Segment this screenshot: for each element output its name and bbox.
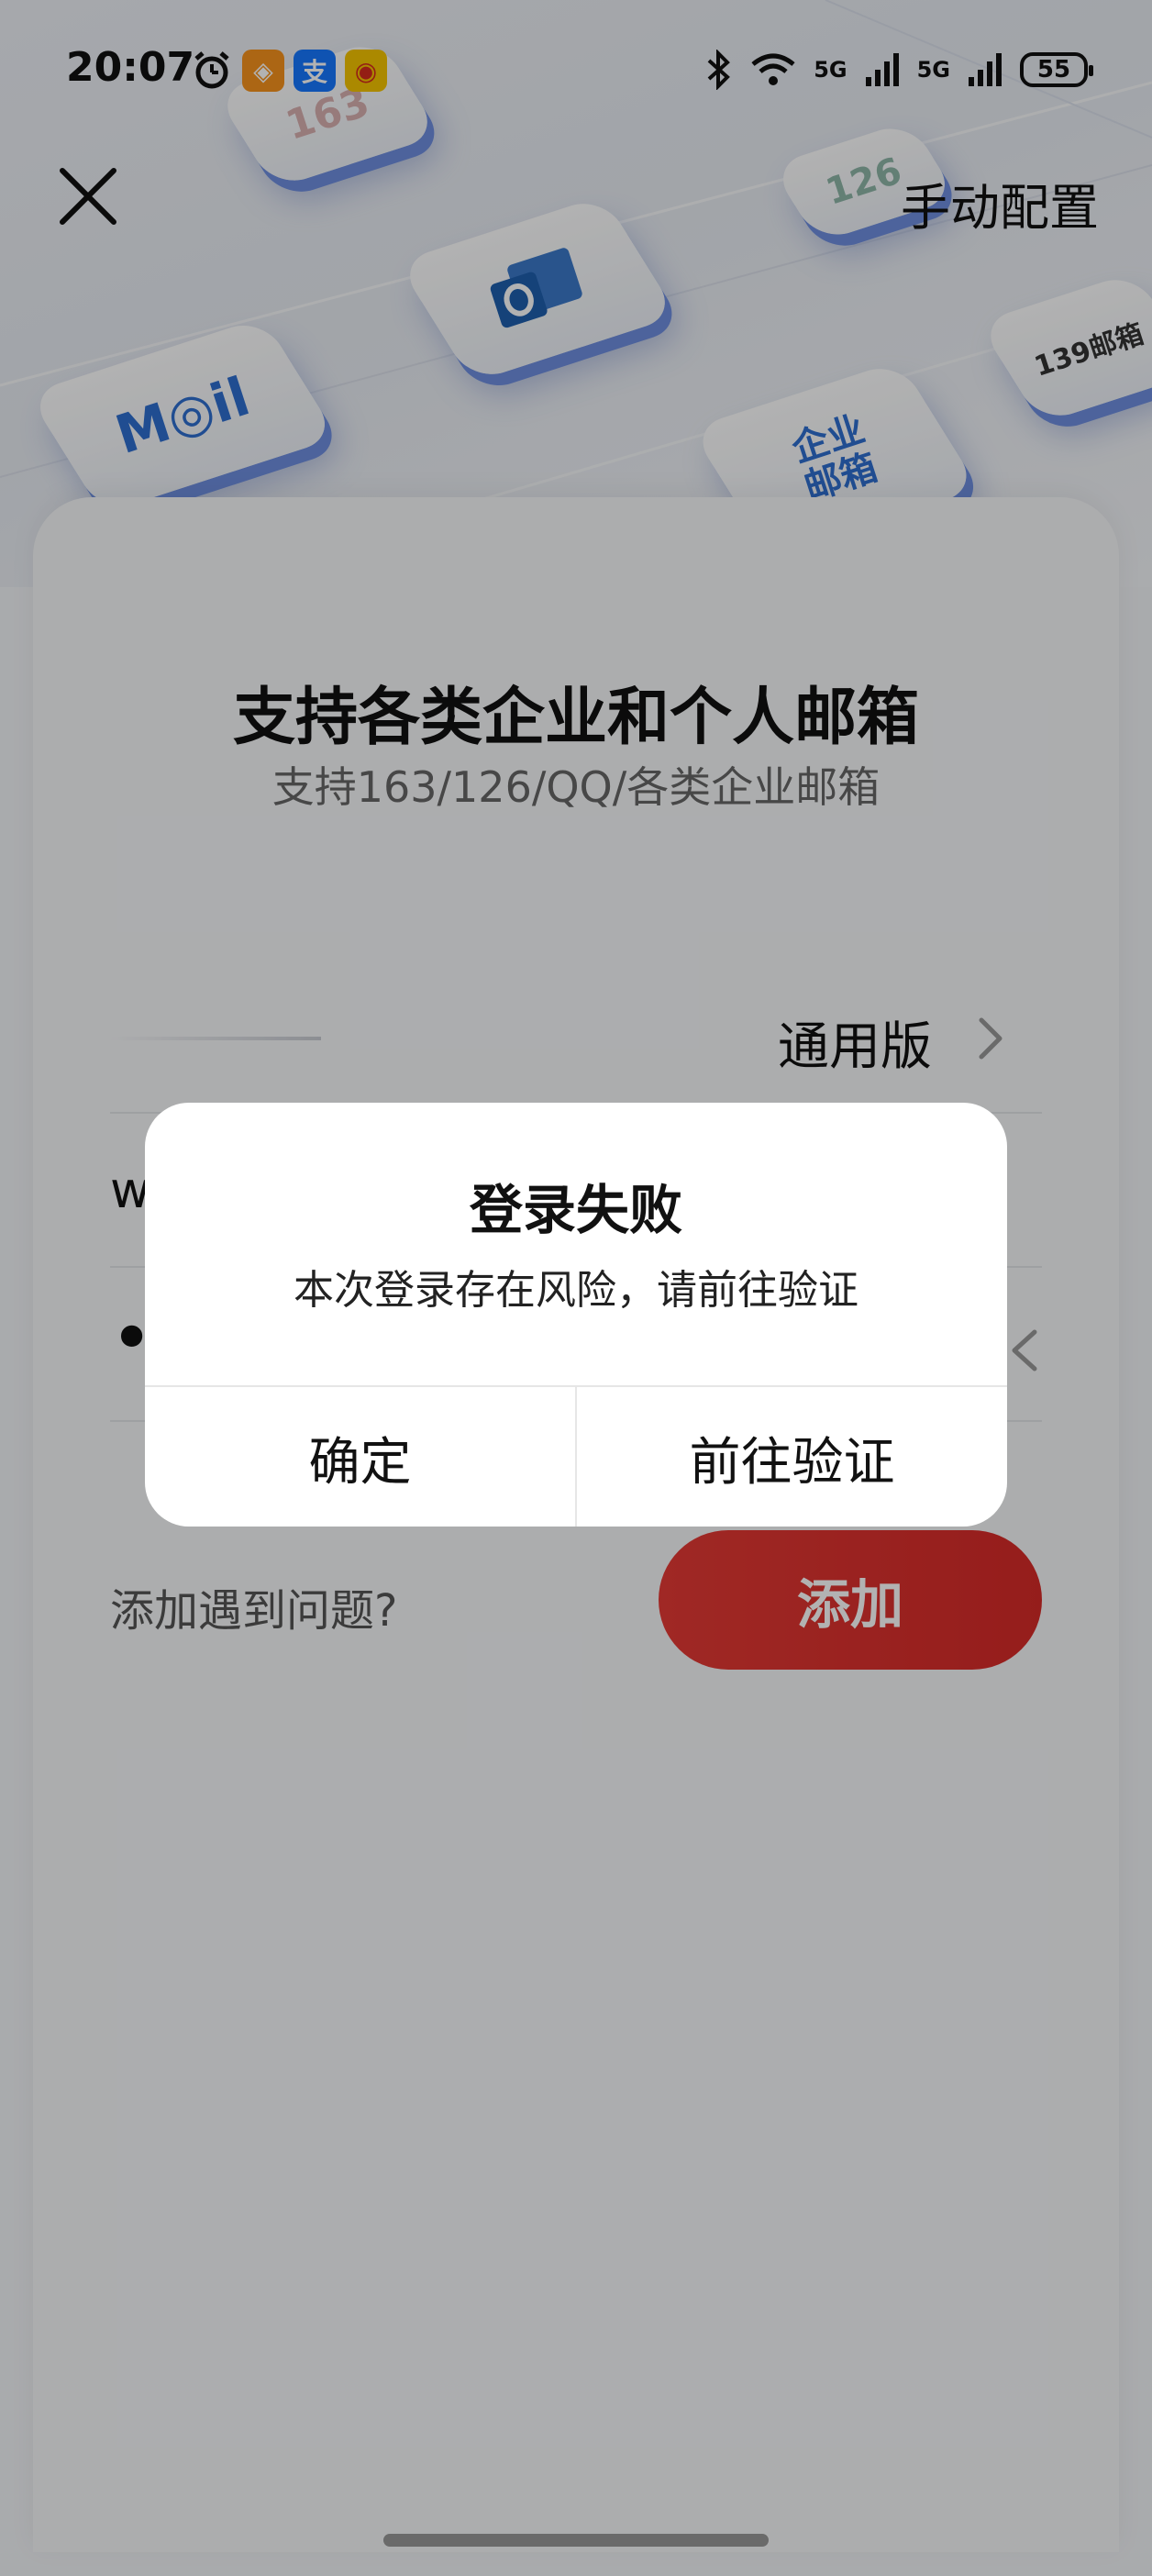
- login-failed-dialog: 登录失败 本次登录存在风险，请前往验证 确定 前往验证: [145, 1103, 1007, 1527]
- dialog-actions: 确定 前往验证: [145, 1385, 1007, 1527]
- dialog-message: 本次登录存在风险，请前往验证: [294, 1267, 858, 1314]
- home-indicator[interactable]: [383, 2534, 769, 2547]
- dialog-title: 登录失败: [469, 1179, 682, 1241]
- confirm-button[interactable]: 确定: [145, 1387, 575, 1527]
- verify-button[interactable]: 前往验证: [577, 1387, 1007, 1527]
